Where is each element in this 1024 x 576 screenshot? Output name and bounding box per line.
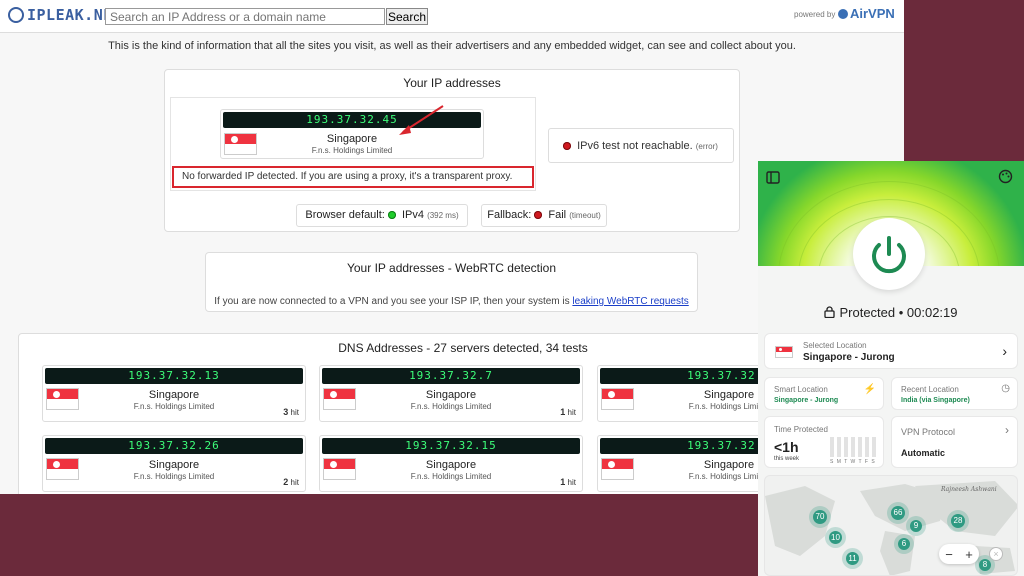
dns-card: 193.37.32.15 Singapore F.n.s. Holdings L…	[319, 435, 583, 492]
browser-default-status: Browser default: IPv4 (392 ms)	[296, 204, 468, 227]
server-cluster[interactable]: 70	[813, 510, 827, 524]
lock-icon	[824, 306, 836, 318]
server-cluster[interactable]: 10	[829, 531, 842, 544]
time-protected-value: <1h	[774, 439, 799, 455]
error-dot-icon	[563, 142, 571, 150]
red-arrow-icon	[399, 105, 444, 135]
time-protected-card[interactable]: Time Protected <1h this week S M T W T F…	[764, 416, 884, 468]
server-cluster[interactable]: 8	[979, 559, 991, 571]
search-button[interactable]: Search	[386, 8, 428, 25]
webrtc-description: If you are now connected to a VPN and yo…	[214, 296, 570, 307]
dns-card: 193.37.32.13 Singapore F.n.s. Holdings L…	[42, 365, 306, 422]
leaking-webrtc-link[interactable]: leaking WebRTC requests	[572, 296, 688, 307]
dns-hits: 1 hit	[560, 407, 576, 417]
intro-text: This is the kind of information that all…	[108, 40, 796, 52]
search-input[interactable]	[105, 8, 385, 25]
fallback-label: Fallback:	[487, 209, 532, 221]
selected-location-value: Singapore - Jurong	[803, 352, 895, 363]
dns-hits: 2 hit	[283, 477, 299, 487]
airvpn-link[interactable]: AirVPN	[838, 6, 895, 21]
dns-isp: F.n.s. Holdings Limited	[410, 472, 492, 481]
connection-status: Protected • 00:02:19	[758, 305, 1024, 320]
smart-location-card[interactable]: Smart Location Singapore - Jurong ⚡	[764, 377, 884, 410]
ipv6-error: (error)	[695, 142, 718, 151]
zoom-in-button[interactable]: +	[965, 547, 973, 562]
chevron-right-icon: ›	[1005, 423, 1009, 437]
dns-isp: F.n.s. Holdings Limited	[133, 472, 215, 481]
close-icon[interactable]: ×	[989, 547, 1003, 561]
dns-isp: F.n.s. Holdings Limited	[410, 402, 492, 411]
palette-icon[interactable]	[998, 169, 1013, 184]
time-protected-sub: this week	[774, 456, 800, 462]
dns-city: Singapore	[425, 389, 477, 401]
selected-location-label: Selected Location	[803, 341, 867, 350]
recent-location-value: India (via Singapore)	[901, 397, 970, 404]
clock-icon: ◷	[1001, 383, 1010, 394]
ip-panel-title: Your IP addresses	[403, 76, 501, 90]
power-button[interactable]	[853, 218, 925, 290]
server-map[interactable]: Rajneesh Ashwani 70 66 9 28 10 6 11 8 − …	[764, 475, 1018, 576]
dns-hits: 3 hit	[283, 407, 299, 417]
server-cluster[interactable]: 11	[846, 552, 859, 565]
zoom-controls: − +	[939, 544, 979, 564]
recent-location-card[interactable]: Recent Location India (via Singapore) ◷	[891, 377, 1018, 410]
dns-ip[interactable]: 193.37.32.13	[45, 368, 303, 384]
singapore-flag-icon	[775, 346, 793, 358]
map-signature: Rajneesh Ashwani	[941, 486, 997, 493]
selected-location-card[interactable]: Selected Location Singapore - Jurong ›	[764, 333, 1018, 369]
browser-default-time: (392 ms)	[427, 211, 459, 220]
powered-by-label: powered by	[794, 10, 836, 19]
server-cluster[interactable]: 6	[898, 538, 910, 550]
vpn-protocol-value: Automatic	[901, 448, 946, 458]
time-protected-label: Time Protected	[774, 425, 828, 434]
fallback-status: Fallback: Fail (timeout)	[481, 204, 607, 227]
ipv6-status: IPv6 test not reachable. (error)	[548, 128, 734, 163]
success-dot-icon	[387, 211, 396, 219]
lightning-icon: ⚡	[863, 384, 876, 395]
dns-city: Singapore	[425, 459, 477, 471]
no-forwarded-ip-note: No forwarded IP detected. If you are usi…	[172, 166, 534, 188]
dns-isp: F.n.s. Holdings Limited	[133, 402, 215, 411]
dns-ip[interactable]: 193.37.32.7	[322, 368, 580, 384]
browser-default-label: Browser default:	[305, 209, 385, 221]
fail-dot-icon	[534, 211, 543, 219]
vpn-protocol-card[interactable]: VPN Protocol Automatic ›	[891, 416, 1018, 468]
status-text: Protected • 00:02:19	[839, 305, 958, 320]
fallback-timeout: (timeout)	[569, 211, 601, 220]
server-cluster[interactable]: 28	[951, 514, 965, 528]
smart-location-value: Singapore - Jurong	[774, 397, 839, 404]
dns-city: Singapore	[148, 389, 200, 401]
webrtc-title: Your IP addresses - WebRTC detection	[346, 261, 556, 275]
ip-isp: F.n.s. Holdings Limited	[311, 146, 393, 155]
smart-location-label: Smart Location	[774, 385, 828, 394]
zoom-out-button[interactable]: −	[945, 547, 953, 562]
vpn-protocol-label: VPN Protocol	[901, 427, 956, 437]
sidebar-toggle-icon[interactable]	[766, 171, 780, 184]
dns-ip[interactable]: 193.37.32.26	[45, 438, 303, 454]
dns-card: 193.37.32.26 Singapore F.n.s. Holdings L…	[42, 435, 306, 492]
vpn-app-panel: Protected • 00:02:19 Selected Location S…	[758, 161, 1024, 576]
magnifier-icon	[8, 7, 24, 23]
server-cluster[interactable]: 9	[910, 520, 922, 532]
airvpn-text: AirVPN	[850, 6, 895, 21]
browser-default-value: IPv4	[401, 209, 424, 221]
top-bar: IPLEAK.NET Search powered by AirVPN	[0, 0, 904, 33]
dns-card: 193.37.32.7 Singapore F.n.s. Holdings Li…	[319, 365, 583, 422]
server-cluster[interactable]: 66	[891, 506, 905, 520]
chevron-right-icon: ›	[1002, 343, 1007, 359]
airvpn-logo-icon	[838, 8, 848, 19]
weekday-labels: S M T W T F S	[830, 459, 876, 465]
dns-ip[interactable]: 193.37.32.15	[322, 438, 580, 454]
webrtc-text: If you are now connected to a VPN and yo…	[205, 296, 698, 307]
power-icon	[872, 236, 906, 274]
dns-city: Singapore	[148, 459, 200, 471]
weekly-bars	[830, 437, 878, 457]
ipv6-text: IPv6 test not reachable.	[577, 140, 693, 152]
fallback-value: Fail	[548, 209, 567, 221]
dns-hits: 1 hit	[560, 477, 576, 487]
recent-location-label: Recent Location	[901, 385, 959, 394]
